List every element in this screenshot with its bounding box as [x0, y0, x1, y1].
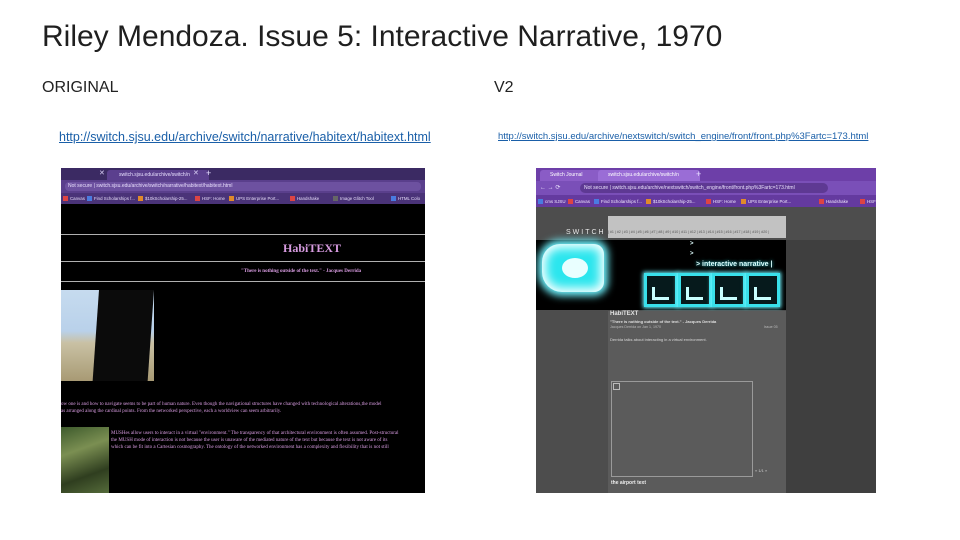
- v2-screenshot: Switch Journal switch.sjsu.edu/archive/s…: [536, 168, 876, 493]
- article-meta-right: Issue 05: [764, 325, 778, 329]
- original-label: ORIGINAL: [42, 79, 119, 96]
- article-quote: "There is nothing outside of the text." …: [610, 319, 717, 324]
- site-logo[interactable]: SWITCH: [566, 229, 606, 236]
- bookmark-item[interactable]: Find Scholarships f...: [594, 198, 642, 205]
- address-bar: ← → ⟳ Not secure | switch.sjsu.edu/archi…: [536, 181, 876, 195]
- original-screenshot: ✕ switch.sjsu.edu/archive/switch/n ✕ + N…: [61, 168, 425, 493]
- new-tab-icon[interactable]: +: [206, 168, 211, 178]
- browser-tab-title: switch.sjsu.edu/archive/switch/n: [119, 172, 190, 178]
- bookmark-item[interactable]: HSF: Home: [706, 198, 736, 205]
- article-title[interactable]: HabiTEXT: [610, 311, 638, 317]
- paragraph-line: the MUSH mode of interaction is not beca…: [111, 438, 388, 443]
- bookmark-item[interactable]: cms SJSU: [538, 198, 566, 205]
- bookmark-item[interactable]: UPS Enterprise Port...: [229, 195, 279, 202]
- site-header-bar: [608, 216, 786, 238]
- issue-menu[interactable]: | #1 | #2 | #3 | #4 | #5 | #6 | #7 | #8 …: [608, 230, 769, 234]
- bookmark-item[interactable]: Find Scholarships f...: [87, 195, 135, 202]
- broken-image: [611, 381, 753, 477]
- arrow-icon: >: [690, 251, 694, 257]
- divider: [61, 281, 425, 282]
- bookmarks-bar: Canvas Find Scholarships f... $10kSchola…: [61, 193, 425, 204]
- bookmark-item[interactable]: $10kScholarship-25...: [138, 195, 187, 202]
- v2-label: V2: [494, 79, 514, 96]
- browser-tab[interactable]: Switch Journal: [540, 170, 606, 181]
- derrida-quote: "There is nothing outside of the text." …: [241, 269, 362, 274]
- address-bar: Not secure | switch.sjsu.edu/archive/swi…: [61, 180, 425, 193]
- slide-title: Riley Mendoza. Issue 5: Interactive Narr…: [42, 20, 723, 53]
- divider: [61, 234, 425, 235]
- bookmark-item[interactable]: HSF: [860, 198, 876, 205]
- bookmark-item[interactable]: Canvas: [568, 198, 590, 205]
- article-meta: Jacques Derrida on Jan 1, 1970: [610, 325, 661, 329]
- right-panel: [786, 240, 876, 493]
- url-field[interactable]: Not secure | switch.sjsu.edu/archive/swi…: [65, 182, 421, 191]
- divider: [61, 261, 425, 262]
- page-title: HabiTEXT: [283, 241, 342, 255]
- bookmark-item[interactable]: HSF: Home: [195, 195, 225, 202]
- image-caption: the airport text: [611, 480, 647, 486]
- close-icon[interactable]: ✕: [99, 169, 105, 177]
- arrow-icon: >: [690, 241, 694, 247]
- browser-tab-title: switch.sjsu.edu/archive/switch/n: [608, 172, 679, 178]
- paragraph-line: as arranged along the cardinal points. F…: [61, 409, 282, 414]
- v2-url-link[interactable]: http://switch.sjsu.edu/archive/nextswitc…: [498, 131, 868, 142]
- glow-tile: [644, 273, 678, 307]
- bookmark-item[interactable]: UPS Enterprise Port...: [741, 198, 791, 205]
- browser-tab-bar: ✕ switch.sjsu.edu/archive/switch/n ✕ +: [61, 168, 425, 180]
- article-body: Derrida talks about interacting in a vir…: [610, 337, 707, 342]
- glow-tile: [712, 273, 746, 307]
- bookmark-item[interactable]: HTML Colo: [391, 195, 420, 202]
- url-field[interactable]: Not secure | switch.sjsu.edu/archive/nex…: [580, 183, 828, 193]
- nav-buttons-icon[interactable]: ← → ⟳: [540, 184, 560, 191]
- glow-tile: [678, 273, 712, 307]
- close-icon[interactable]: ✕: [193, 169, 199, 177]
- bookmark-item[interactable]: Handshake: [819, 198, 848, 205]
- browser-tab-title: Switch Journal: [550, 172, 583, 178]
- bookmarks-bar: cms SJSU Canvas Find Scholarships f... $…: [536, 195, 876, 207]
- airport-photo: [61, 290, 154, 381]
- bookmark-item[interactable]: $10kScholarship-25...: [646, 198, 695, 205]
- paragraph-line: which can be fit into a Cartesian cosmog…: [111, 445, 389, 450]
- original-url-link[interactable]: http://switch.sjsu.edu/archive/switch/na…: [59, 130, 431, 144]
- bookmark-item[interactable]: Handshake: [290, 195, 319, 202]
- paragraph-line: MUSHes allow users to interact in a virt…: [111, 431, 399, 436]
- paragraph-line: ow one is and how to navigate seems to b…: [61, 402, 382, 407]
- hero-headline: > interactive narrative |: [696, 261, 773, 268]
- browser-tab-bar: Switch Journal switch.sjsu.edu/archive/s…: [536, 168, 876, 181]
- new-tab-icon[interactable]: +: [696, 169, 701, 179]
- glow-tile: [746, 273, 780, 307]
- bookmark-item[interactable]: Image Glitch Tool: [333, 195, 374, 202]
- glow-graphic: [542, 244, 604, 292]
- bookmark-item[interactable]: Canvas: [63, 195, 85, 202]
- forest-photo: [61, 427, 109, 493]
- image-nav[interactable]: « 1/1 »: [755, 468, 767, 473]
- browser-tab-active[interactable]: switch.sjsu.edu/archive/switch/n: [598, 170, 700, 181]
